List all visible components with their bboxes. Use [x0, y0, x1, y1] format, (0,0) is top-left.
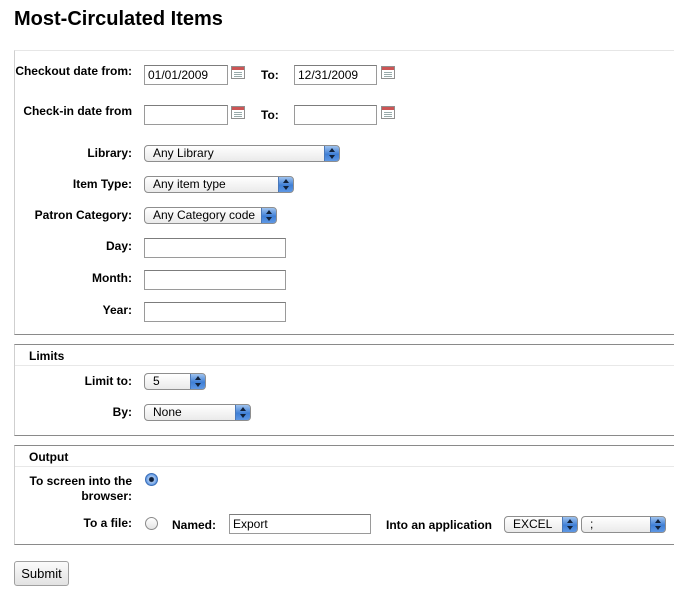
up-down-arrows-icon — [261, 208, 276, 223]
item-type-select[interactable]: Any item type — [144, 176, 294, 193]
calendar-icon[interactable] — [381, 66, 395, 79]
library-select[interactable]: Any Library — [144, 145, 340, 162]
to-screen-radio[interactable] — [145, 473, 158, 486]
by-label: By: — [112, 405, 132, 419]
up-down-arrows-icon — [650, 517, 665, 532]
checkin-to-input[interactable] — [294, 105, 377, 125]
patron-category-label: Patron Category: — [34, 208, 132, 222]
limits-fieldset: Limits — [14, 344, 674, 436]
month-input[interactable] — [144, 270, 286, 290]
limits-legend: Limits — [29, 349, 65, 363]
by-select-value: None — [153, 405, 182, 419]
limit-to-select-value: 5 — [153, 374, 160, 388]
separator-select-value: ; — [590, 517, 594, 531]
calendar-icon[interactable] — [231, 106, 245, 119]
into-application-label: Into an application — [386, 518, 493, 532]
patron-category-select-value: Any Category code — [153, 208, 256, 222]
legend-divider — [15, 466, 674, 467]
calendar-icon[interactable] — [231, 66, 245, 79]
checkin-to-label: To: — [261, 108, 279, 122]
legend-divider — [15, 365, 674, 366]
application-select-value: EXCEL — [513, 517, 553, 531]
up-down-arrows-icon — [235, 405, 250, 420]
checkout-to-input[interactable] — [294, 65, 377, 85]
item-type-label: Item Type: — [72, 177, 132, 191]
library-select-value: Any Library — [153, 146, 214, 160]
checkin-date-label: Check-in date from — [23, 104, 132, 118]
named-label: Named: — [172, 518, 217, 532]
checkin-from-input[interactable] — [144, 105, 228, 125]
limit-to-select[interactable]: 5 — [144, 373, 206, 390]
checkout-to-label: To: — [261, 68, 279, 82]
checkout-from-input[interactable] — [144, 65, 228, 85]
year-input[interactable] — [144, 302, 286, 322]
output-legend: Output — [29, 450, 69, 464]
up-down-arrows-icon — [278, 177, 293, 192]
item-type-select-value: Any item type — [153, 177, 226, 191]
filename-input[interactable] — [229, 514, 371, 534]
up-down-arrows-icon — [562, 517, 577, 532]
to-file-label: To a file: — [83, 516, 132, 530]
calendar-icon[interactable] — [381, 106, 395, 119]
filters-fieldset — [14, 50, 674, 335]
submit-button[interactable]: Submit — [14, 561, 69, 586]
up-down-arrows-icon — [190, 374, 205, 389]
checkout-date-label: Checkout date from: — [15, 64, 132, 78]
to-file-radio[interactable] — [145, 517, 158, 530]
day-input[interactable] — [144, 238, 286, 258]
up-down-arrows-icon — [324, 146, 339, 161]
library-label: Library: — [87, 146, 132, 160]
day-label: Day: — [105, 239, 132, 253]
application-select[interactable]: EXCEL — [504, 516, 578, 533]
page-title: Most-Circulated Items — [14, 8, 223, 30]
limit-to-label: Limit to: — [84, 374, 132, 388]
month-label: Month: — [92, 271, 132, 285]
by-select[interactable]: None — [144, 404, 251, 421]
separator-select[interactable]: ; — [581, 516, 666, 533]
year-label: Year: — [102, 303, 132, 317]
patron-category-select[interactable]: Any Category code — [144, 207, 277, 224]
to-screen-label: To screen into the browser: — [29, 474, 132, 503]
